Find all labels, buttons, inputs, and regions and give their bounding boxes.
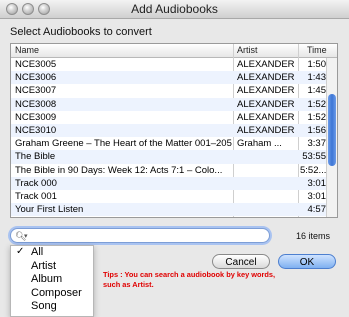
cell-name: NCE3008 [15,98,57,110]
menu-item-label: All [31,246,44,258]
audiobooks-table: Name Artist Time NCE3005 ALEXANDER 1:50 NC… [10,43,338,218]
cell-name: Track 001 [15,190,57,202]
search-scope-menu: ✓ All Artist Album Composer Song [10,245,94,317]
cell-name: NCE3010 [15,124,57,136]
menu-item-artist[interactable]: Artist [11,260,93,274]
cell-time: 1:52 [307,111,327,123]
cell-time: 1:45 [307,85,327,97]
cell-name: The Bible [15,151,56,163]
cell-artist: ALEXANDER [237,124,295,136]
instruction-heading: Select Audiobooks to convert [10,26,152,38]
menu-item-all[interactable]: ✓ All [11,246,93,260]
cancel-button[interactable]: Cancel [212,254,270,269]
cell-name: NCE3007 [15,85,57,97]
table-row[interactable]: The Bible 53:55 [11,150,327,164]
table-header: Name Artist Time [11,44,337,58]
scrollbar-thumb[interactable] [328,94,336,166]
column-name-header[interactable]: Name [15,45,39,55]
cell-time: 1:56 [307,124,327,136]
menu-item-label: Composer [31,286,82,299]
add-audiobooks-window: Add Audiobooks Select Audiobooks to conv… [0,0,349,317]
column-artist-header[interactable]: Artist [237,45,258,55]
table-row[interactable]: Track 001 3:01 [11,190,327,203]
cell-time: 53:55 [302,151,326,163]
table-row[interactable]: NCE3010 ALEXANDER 1:56 [11,123,327,138]
search-input[interactable] [31,230,261,241]
menu-item-composer[interactable]: Composer [11,287,93,301]
cell-time: 1:50 [307,59,327,70]
cell-time: 3:01 [307,177,327,189]
cell-artist: ALEXANDER [237,98,295,110]
table-row[interactable]: NCE3009 ALEXANDER 1:52 [11,111,327,124]
menu-item-album[interactable]: Album [11,273,93,287]
table-row[interactable]: NCE3008 ALEXANDER 1:52 [11,97,327,111]
cell-artist: Graham ... [237,138,282,150]
cell-time: 3:01 [307,190,327,202]
table-row[interactable]: NCE3007 ALEXANDER 1:45 [11,84,327,97]
table-row[interactable]: Graham Greene – The Heart of the Matter … [11,137,327,150]
table-row[interactable]: NCE3005 ALEXANDER 1:50 [11,58,327,71]
table-body: NCE3005 ALEXANDER 1:50 NCE3006 ALEXANDER 1:4… [11,58,327,217]
items-count: 16 items [296,231,331,241]
title-bar: Add Audiobooks [0,0,349,19]
chevron-down-icon[interactable]: ▾ [24,232,28,240]
cell-time: 4:57 [307,204,327,216]
menu-item-label: Artist [31,259,57,272]
column-time-header[interactable]: Time [307,45,327,55]
menu-item-label: Song [31,300,57,313]
table-row[interactable]: The Bible in 90 Days: Week 12: Acts 7:1 … [11,164,327,177]
window-title: Add Audiobooks [131,2,218,16]
cell-time: 1:52 [307,98,327,110]
cell-time: 3:37 [307,138,327,150]
menu-item-label: Album [31,273,63,286]
ok-button[interactable]: OK [278,254,336,269]
menu-item-song[interactable]: Song [11,300,93,314]
cell-artist: ALEXANDER [237,111,295,123]
search-field[interactable]: 🔍︎ ▾ [10,228,270,243]
cell-artist: ALEXANDER [237,72,295,84]
cell-name: The Bible in 90 Days: Week 12: Acts 7:1 … [15,164,223,176]
cell-name: Your First Listen [15,204,84,216]
cell-name: NCE3006 [15,72,57,84]
cell-time: 5:52... [300,164,326,176]
cell-name: NCE3009 [15,111,57,123]
table-row[interactable]: NCE3006 ALEXANDER 1:43 [11,71,327,85]
cell-time: 1:43 [307,72,327,84]
cell-name: Track 000 [15,177,57,189]
checkmark-icon: ✓ [16,246,25,257]
cell-artist: ALEXANDER [237,59,295,70]
table-row[interactable]: Your First Listen 4:57 [11,203,327,217]
vertical-scrollbar[interactable] [326,58,337,217]
cell-artist: ALEXANDER [237,85,295,97]
cell-name: Graham Greene – The Heart of the Matter … [15,138,232,150]
cell-name: NCE3005 [15,59,57,70]
table-row[interactable]: Track 000 3:01 [11,176,327,190]
search-tip-annotation: Tips : You can search a audiobook by key… [103,270,276,289]
